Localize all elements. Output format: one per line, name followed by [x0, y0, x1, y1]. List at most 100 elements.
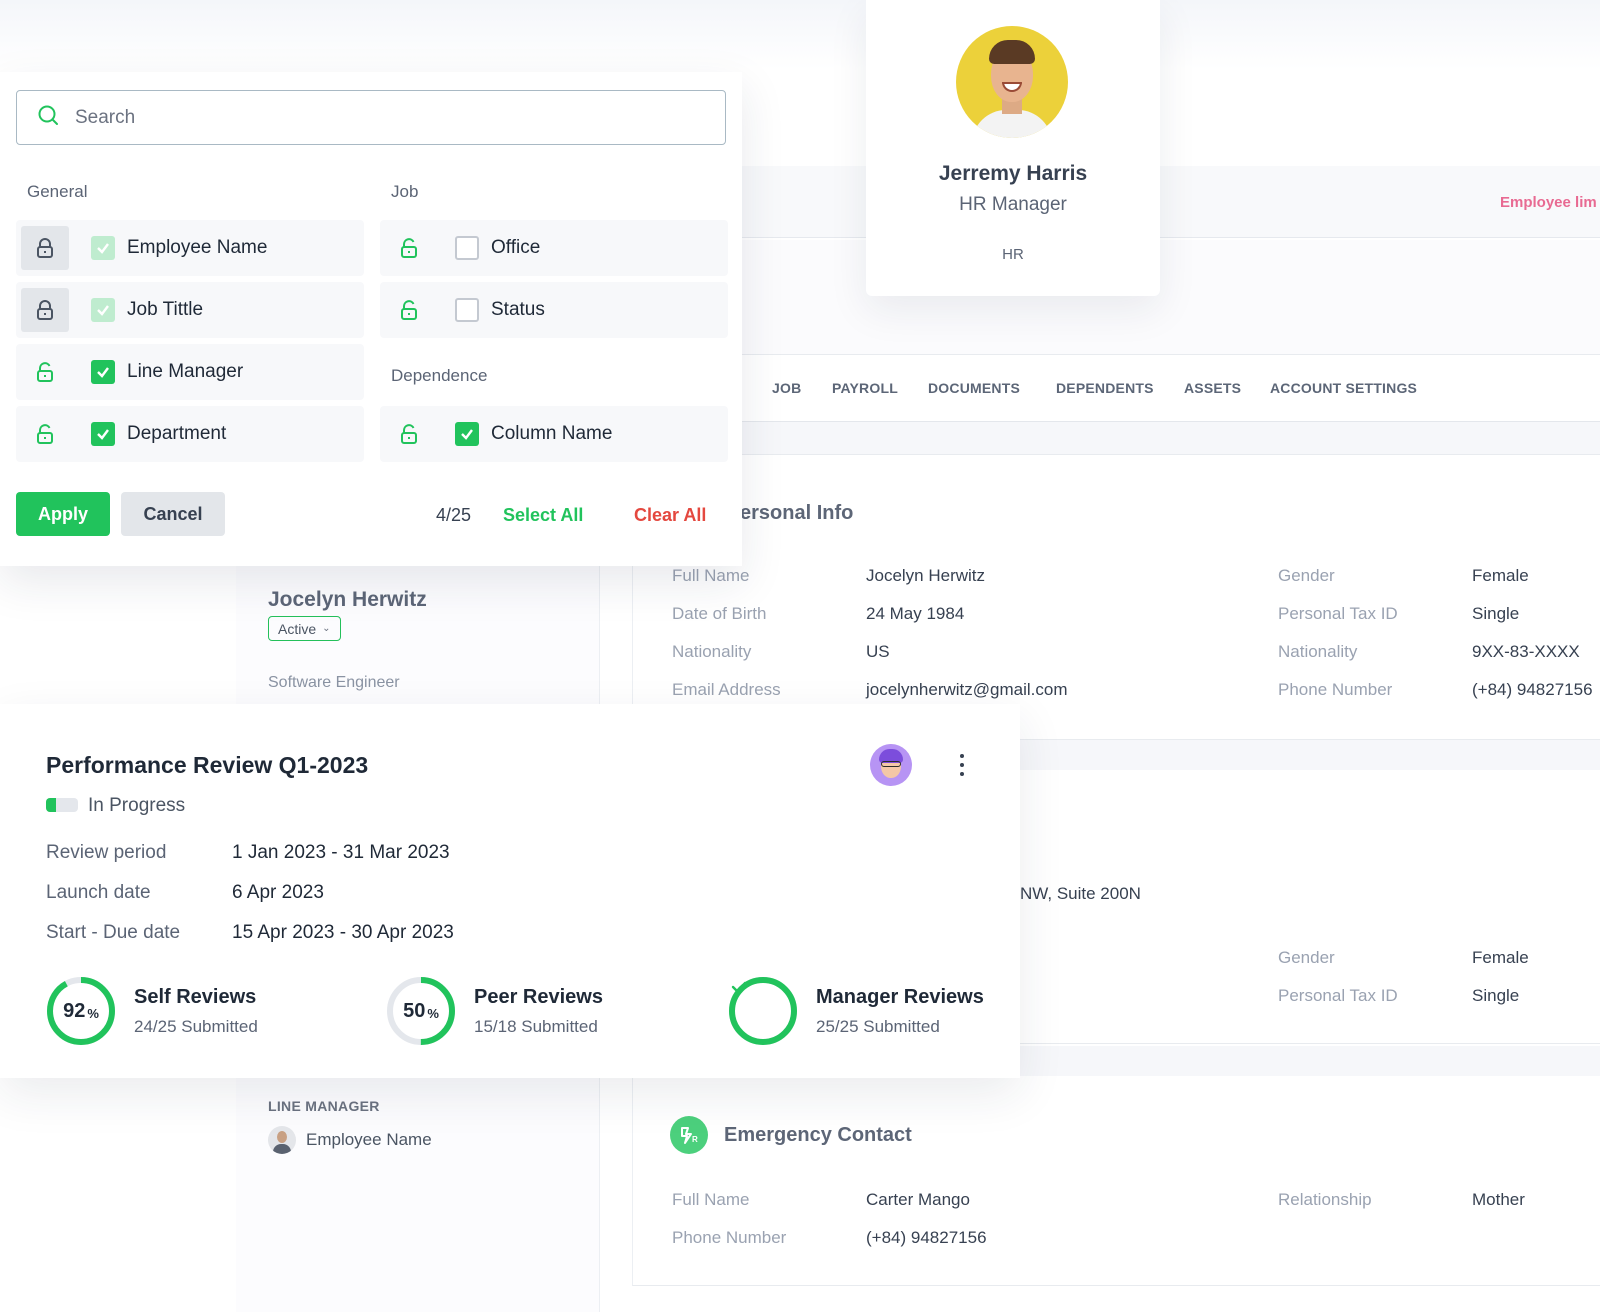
option-label: Job Tittle — [127, 299, 204, 320]
unlock-icon[interactable] — [385, 288, 433, 332]
unlock-icon[interactable] — [21, 412, 69, 456]
status-progress-bar — [46, 798, 78, 812]
employee-status-value: Active — [278, 620, 317, 637]
tab-documents[interactable]: DOCUMENTS — [928, 380, 1020, 396]
checkbox-unchecked[interactable] — [455, 298, 479, 322]
launch-date-label: Launch date — [46, 882, 151, 903]
manager-reviews-title: Manager Reviews — [816, 985, 984, 1008]
nationality2-label: Nationality — [1278, 642, 1358, 661]
employee-status-dropdown[interactable]: Active ⌄ — [268, 616, 341, 641]
gender-label: Gender — [1278, 566, 1335, 585]
due-date-value: 15 Apr 2023 - 30 Apr 2023 — [232, 922, 454, 943]
manager-reviews-ring — [728, 976, 798, 1046]
checkbox-checked[interactable] — [91, 360, 115, 384]
launch-date-value: 6 Apr 2023 — [232, 882, 324, 903]
email-label: Email Address — [672, 680, 781, 699]
unlock-icon[interactable] — [21, 350, 69, 394]
emergency-contact-title: Emergency Contact — [724, 1124, 912, 1146]
lock-icon — [21, 226, 69, 270]
employee-limit-text: Employee lim — [1500, 194, 1597, 211]
option-label: Employee Name — [127, 237, 268, 258]
phone-value: (+84) 94827156 — [1472, 680, 1593, 699]
option-status[interactable]: Status — [380, 282, 728, 338]
emergency-name-label: Full Name — [672, 1190, 750, 1209]
review-period-value: 1 Jan 2023 - 31 Mar 2023 — [232, 842, 450, 863]
option-column-name[interactable]: Column Name — [380, 406, 728, 462]
peer-reviews-title: Peer Reviews — [474, 985, 603, 1008]
dob-label: Date of Birth — [672, 604, 767, 623]
chevron-down-icon: ⌄ — [322, 623, 331, 634]
nationality-value: US — [866, 642, 890, 661]
cancel-button[interactable]: Cancel — [121, 492, 225, 536]
option-line-manager[interactable]: Line Manager — [16, 344, 364, 400]
reviewer-avatar[interactable] — [870, 744, 912, 786]
manager-reviews-submitted: 25/25 Submitted — [816, 1016, 940, 1036]
checkbox-unchecked[interactable] — [455, 236, 479, 260]
option-department[interactable]: Department — [16, 406, 364, 462]
option-office[interactable]: Office — [380, 220, 728, 276]
self-reviews-percent: 92 — [63, 999, 86, 1022]
search-input[interactable] — [75, 106, 675, 129]
profile-card-title: HR Manager — [959, 194, 1067, 215]
manager-reviews-stat: Manager Reviews 25/25 Submitted — [728, 976, 984, 1046]
profile-card-department: HR — [1002, 246, 1024, 263]
gender-value: Female — [1472, 566, 1529, 585]
peer-reviews-ring: 50% — [386, 976, 456, 1046]
personal-info-title: ersonal Info — [740, 502, 854, 524]
tab-account-settings[interactable]: ACCOUNT SETTINGS — [1270, 380, 1417, 396]
clear-all-link[interactable]: Clear All — [634, 505, 706, 526]
emergency-phone-value: (+84) 94827156 — [866, 1228, 987, 1247]
checkbox-checked-disabled — [91, 236, 115, 260]
email-value: jocelynherwitz@gmail.com — [866, 680, 1068, 699]
option-label: Office — [491, 237, 541, 258]
self-reviews-stat: 92% Self Reviews 24/25 Submitted — [46, 976, 258, 1046]
address-tax-value: Single — [1472, 986, 1520, 1005]
option-label: Status — [491, 299, 545, 320]
tab-job[interactable]: JOB — [772, 380, 801, 396]
option-label: Line Manager — [127, 361, 244, 382]
address-gender-value: Female — [1472, 948, 1529, 967]
unlock-icon[interactable] — [385, 412, 433, 456]
peer-reviews-percent: 50 — [403, 999, 426, 1022]
profile-avatar — [956, 26, 1068, 138]
tax-id-label: Personal Tax ID — [1278, 604, 1398, 623]
checkbox-checked[interactable] — [91, 422, 115, 446]
performance-review-title: Performance Review Q1-2023 — [46, 752, 369, 778]
apply-button[interactable]: Apply — [16, 492, 110, 536]
full-name-label: Full Name — [672, 566, 750, 585]
search-icon — [37, 104, 59, 131]
group-label-job: Job — [391, 182, 419, 201]
emergency-phone-label: Phone Number — [672, 1228, 787, 1247]
nationality-label: Nationality — [672, 642, 752, 661]
select-all-link[interactable]: Select All — [503, 505, 583, 526]
tax-id-value: Single — [1472, 604, 1520, 623]
option-label: Column Name — [491, 423, 613, 444]
line-manager-avatar — [268, 1126, 296, 1154]
due-date-label: Start - Due date — [46, 922, 181, 943]
option-job-title[interactable]: Job Tittle — [16, 282, 364, 338]
relationship-value: Mother — [1472, 1190, 1525, 1209]
address-street: NW, Suite 200N — [1020, 884, 1141, 903]
search-field[interactable] — [16, 90, 726, 145]
line-manager-label: LINE MANAGER — [268, 1098, 380, 1114]
group-label-general: General — [27, 182, 88, 201]
unlock-icon[interactable] — [385, 226, 433, 270]
more-options-icon[interactable] — [956, 752, 968, 778]
self-reviews-ring: 92% — [46, 976, 116, 1046]
emergency-icon: R — [670, 1116, 708, 1154]
checkbox-checked[interactable] — [455, 422, 479, 446]
tab-dependents[interactable]: DEPENDENTS — [1056, 380, 1154, 396]
tab-assets[interactable]: ASSETS — [1184, 380, 1241, 396]
selected-count: 4/25 — [436, 505, 472, 525]
top-shade — [0, 0, 1600, 70]
percent-sign: % — [427, 1005, 439, 1021]
check-icon — [728, 976, 798, 1046]
line-manager[interactable]: Employee Name — [268, 1126, 432, 1154]
address-gender-label: Gender — [1278, 948, 1335, 967]
lock-icon — [21, 288, 69, 332]
self-reviews-title: Self Reviews — [134, 985, 257, 1008]
option-employee-name[interactable]: Employee Name — [16, 220, 364, 276]
employee-name: Jocelyn Herwitz — [268, 588, 427, 611]
phone-label: Phone Number — [1278, 680, 1393, 699]
tab-payroll[interactable]: PAYROLL — [832, 380, 898, 396]
